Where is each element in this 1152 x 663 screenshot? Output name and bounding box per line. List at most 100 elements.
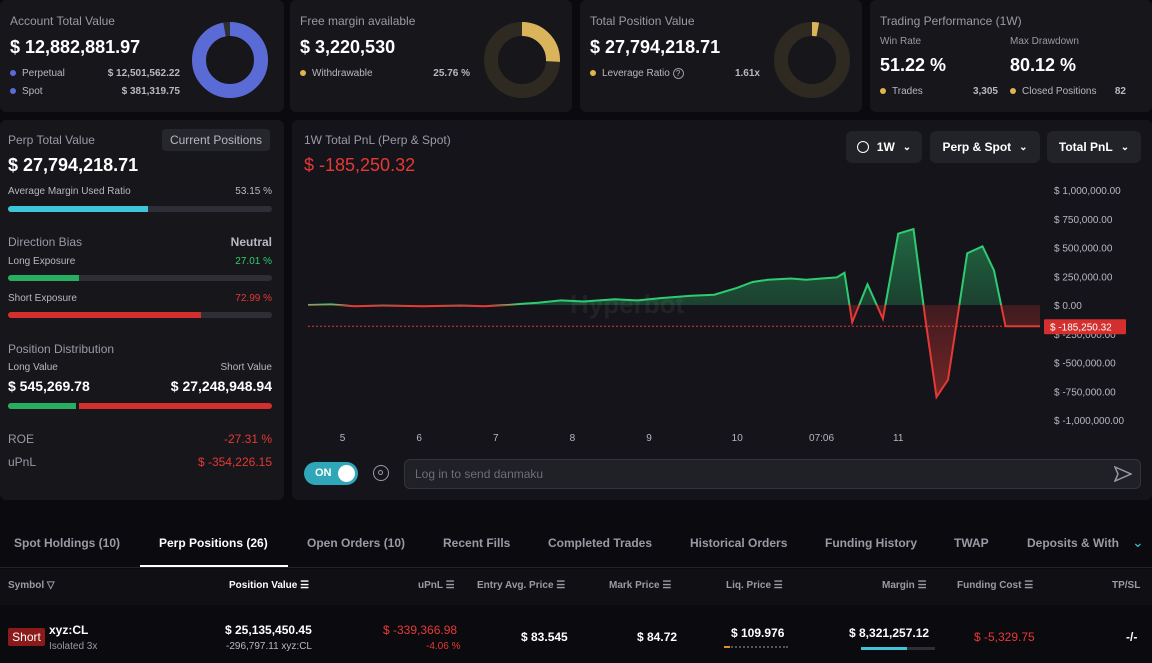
symbol-name[interactable]: xyz:CL bbox=[49, 623, 88, 637]
card-title: Total Position Value bbox=[590, 14, 695, 28]
col-label: Margin bbox=[882, 580, 915, 591]
perp-value: $ 27,794,218.71 bbox=[8, 155, 139, 175]
x-tick-label: 6 bbox=[416, 433, 422, 444]
tab-spot-holdings[interactable]: Spot Holdings (10) bbox=[14, 536, 120, 550]
tab-recent-fills[interactable]: Recent Fills bbox=[443, 536, 510, 550]
upnl-row: uPnL $ -354,226.15 bbox=[8, 455, 272, 469]
spot-label: Spot bbox=[22, 86, 43, 97]
toggle-label: ON bbox=[315, 467, 332, 479]
current-positions-button[interactable]: Current Positions bbox=[162, 129, 270, 151]
chevron-down-icon: ⌄ bbox=[1019, 141, 1028, 153]
closed-positions-row: Closed Positions 82 bbox=[1010, 86, 1126, 97]
col-entry-price[interactable]: Entry Avg. Price ☰ bbox=[477, 580, 565, 591]
card-value: $ 12,882,881.97 bbox=[10, 37, 141, 57]
margin-value: 53.15 % bbox=[235, 186, 272, 197]
metric-dropdown[interactable]: Total PnL ⌄ bbox=[1047, 131, 1141, 163]
x-tick-label: 7 bbox=[493, 433, 499, 444]
x-tick-label: 11 bbox=[893, 433, 904, 444]
tab-perp-positions[interactable]: Perp Positions (26) bbox=[159, 536, 268, 550]
long-value: 27.01 % bbox=[235, 256, 272, 267]
tab-completed-trades[interactable]: Completed Trades bbox=[548, 536, 652, 550]
col-label: Liq. Price bbox=[726, 580, 772, 591]
closed-dot bbox=[1010, 88, 1016, 95]
margin-bar-fill bbox=[8, 206, 149, 212]
x-tick-label: 07:06 bbox=[809, 433, 834, 444]
account-ring-chart bbox=[192, 22, 268, 98]
trades-dot bbox=[880, 88, 886, 95]
card-free-margin: Free margin available $ 3,220,530 Withdr… bbox=[290, 0, 572, 112]
margin-ratio-bar bbox=[861, 647, 935, 650]
spot-value: $ 381,319.75 bbox=[121, 86, 180, 97]
x-tick-label: 10 bbox=[732, 433, 744, 444]
short-bar bbox=[8, 312, 272, 318]
perpetual-label: Perpetual bbox=[22, 68, 65, 79]
margin-bar bbox=[8, 206, 272, 212]
col-mark-price[interactable]: Mark Price ☰ bbox=[609, 580, 671, 591]
short-value-label: Short Value bbox=[220, 362, 272, 373]
active-tab-indicator bbox=[140, 565, 288, 567]
short-bar-fill bbox=[8, 312, 201, 318]
long-value-amount: $ 545,269.78 bbox=[8, 378, 90, 394]
chevron-down-icon: ⌄ bbox=[902, 141, 912, 153]
perpetual-value: $ 12,501,562.22 bbox=[107, 68, 180, 79]
col-label: Symbol bbox=[8, 580, 45, 591]
tab-historical-orders[interactable]: Historical Orders bbox=[690, 536, 787, 550]
long-value-label: Long Value bbox=[8, 362, 58, 373]
col-label: Funding Cost bbox=[957, 580, 1022, 591]
liq-price: $ 109.976 bbox=[731, 626, 785, 640]
trades-label: Trades bbox=[892, 86, 923, 97]
tpsl-value[interactable]: -/- bbox=[1126, 630, 1137, 644]
margin-value: $ 8,321,257.12 bbox=[849, 626, 930, 640]
danmaku-placeholder: Log in to send danmaku bbox=[415, 467, 544, 481]
col-margin[interactable]: Margin ☰ bbox=[882, 580, 927, 591]
perp-panel: Perp Total Value Current Positions $ 27,… bbox=[0, 120, 284, 500]
entry-price: $ 83.545 bbox=[521, 630, 568, 644]
scope-dropdown[interactable]: Perp & Spot ⌄ bbox=[930, 131, 1040, 163]
danmaku-input[interactable]: Log in to send danmaku bbox=[404, 459, 1141, 489]
perpetual-dot bbox=[10, 70, 16, 77]
y-tick-label: $ -750,000.00 bbox=[1054, 387, 1116, 398]
tabs-expand-chevron-icon[interactable]: ⌄ bbox=[1132, 534, 1144, 551]
col-upnl[interactable]: uPnL ☰ bbox=[418, 580, 455, 591]
perp-title: Perp Total Value bbox=[8, 133, 95, 147]
danmaku-toggle[interactable]: ON bbox=[304, 462, 358, 485]
y-tick-label: $ 500,000.00 bbox=[1054, 244, 1113, 255]
help-icon[interactable]: ? bbox=[672, 68, 684, 79]
sort-icon: ☰ bbox=[662, 580, 672, 591]
tab-funding-history[interactable]: Funding History bbox=[825, 536, 917, 550]
roe-label: ROE bbox=[8, 432, 35, 446]
y-tick-label: $ 1,000,000.00 bbox=[1054, 186, 1121, 197]
withdrawable-label: Withdrawable bbox=[312, 68, 373, 79]
roe-value: -27.31 % bbox=[223, 432, 272, 446]
tab-deposits[interactable]: Deposits & With bbox=[1027, 536, 1119, 550]
current-value-tag: $ -185,250.32 bbox=[1044, 319, 1126, 335]
margin-row: Average Margin Used Ratio 53.15 % bbox=[8, 186, 272, 197]
long-bar bbox=[8, 275, 272, 281]
col-liq-price[interactable]: Liq. Price ☰ bbox=[726, 580, 783, 591]
send-icon[interactable] bbox=[1114, 466, 1132, 482]
sort-icon: ☰ bbox=[445, 580, 455, 591]
trades-row: Trades 3,305 bbox=[880, 86, 998, 97]
col-funding-cost[interactable]: Funding Cost ☰ bbox=[957, 580, 1033, 591]
y-tick-label: $ -500,000.00 bbox=[1054, 359, 1116, 370]
short-label: Short Exposure bbox=[8, 293, 77, 304]
col-symbol[interactable]: Symbol ▽ bbox=[8, 580, 55, 591]
y-tick-label: $ 250,000.00 bbox=[1054, 272, 1113, 283]
leverage-row: Leverage Ratio ? 1.61x bbox=[590, 68, 760, 79]
funding-cost: $ -5,329.75 bbox=[974, 630, 1035, 644]
col-tpsl: TP/SL bbox=[1112, 580, 1141, 591]
col-label: uPnL bbox=[418, 580, 443, 591]
leverage-dot bbox=[590, 70, 596, 77]
period-dropdown[interactable]: 1W ⌄ bbox=[846, 131, 922, 163]
distribution-values: $ 545,269.78 $ 27,248,948.94 bbox=[8, 378, 272, 394]
danmaku-settings-icon[interactable] bbox=[373, 465, 389, 481]
sort-icon: ☰ bbox=[1024, 580, 1034, 591]
y-tick-label: $ -1,000,000.00 bbox=[1054, 416, 1124, 427]
closed-value: 82 bbox=[1114, 86, 1126, 97]
tab-twap[interactable]: TWAP bbox=[954, 536, 989, 550]
col-position-value[interactable]: Position Value ☰ bbox=[229, 580, 309, 591]
tab-open-orders[interactable]: Open Orders (10) bbox=[307, 536, 405, 550]
distribution-label: Position Distribution bbox=[8, 342, 115, 356]
card-total-position: Total Position Value $ 27,794,218.71 Lev… bbox=[580, 0, 862, 112]
withdrawable-dot bbox=[300, 70, 306, 77]
